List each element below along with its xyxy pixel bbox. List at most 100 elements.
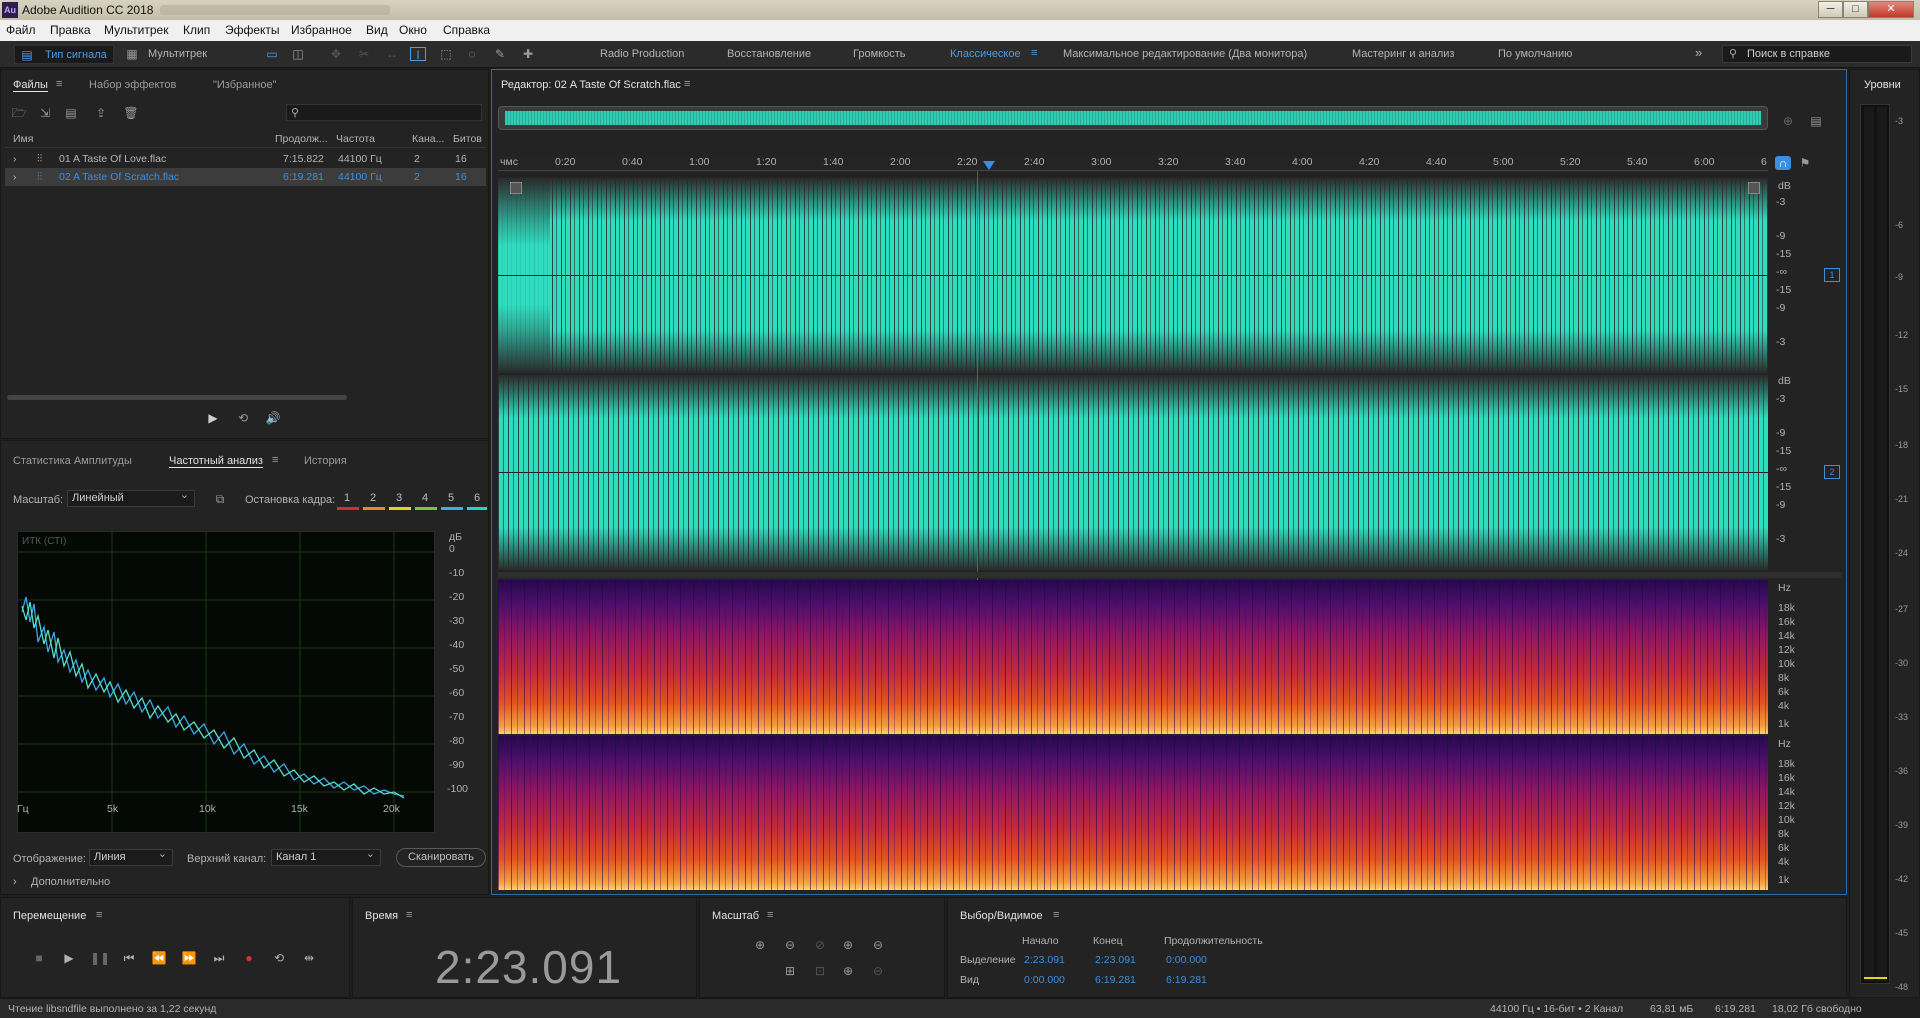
tab-favorites[interactable]: "Избранное" [213,79,277,91]
fade-out-handle-icon[interactable] [1748,182,1760,194]
preview-loop-icon[interactable]: ⟲ [235,411,251,425]
column-channels[interactable]: Кана... [412,133,444,145]
spot-healing-icon[interactable]: ✚ [520,47,536,61]
delete-icon[interactable]: 🗑 [123,106,139,120]
selection-duration[interactable]: 0:00.000 [1166,954,1207,966]
zoom-full-icon[interactable]: ⊞ [782,964,798,978]
preview-play-icon[interactable]: ▶ [205,411,221,425]
copy-icon[interactable]: ⧉ [212,492,228,506]
playhead-handle[interactable] [983,161,995,170]
tab-history[interactable]: История [304,455,347,467]
new-file-icon[interactable]: ▤ [63,106,79,120]
spectrum-graph[interactable]: ИТК (СТI) [17,531,436,834]
view-splitter[interactable] [498,572,1842,578]
zoom-in-time-icon[interactable]: ⊕ [840,938,856,952]
workspace-radio-production[interactable]: Radio Production [600,48,684,60]
analysis-menu-icon[interactable]: ≡ [272,454,278,466]
waveform-view-icon[interactable]: ▭ [264,47,280,61]
spectral-view-icon[interactable]: ◫ [290,47,306,61]
time-ruler[interactable]: чмс 0:20 0:40 1:00 1:20 1:40 2:00 2:20 2… [498,155,1768,171]
view-end[interactable]: 6:19.281 [1095,974,1136,986]
files-menu-icon[interactable]: ≡ [56,78,62,90]
loop-button[interactable]: ⟲ [270,951,288,965]
lasso-tool-icon[interactable]: ◌ [464,47,480,61]
freeze-button-2[interactable]: 2 [363,490,385,512]
file-row-selected[interactable]: › ⫶⫶ 02 A Taste Of Scratch.flac 6:19.281… [5,168,486,186]
spectrogram-channel-1[interactable] [498,580,1768,734]
fade-in-handle-icon[interactable] [510,182,522,194]
open-file-icon[interactable]: 🗁 [11,106,27,120]
scan-button[interactable]: Сканировать [396,848,486,867]
freeze-button-4[interactable]: 4 [415,490,437,512]
display-select[interactable]: Линия [89,847,173,866]
close-button[interactable]: ✕ [1868,1,1914,18]
snap-icon[interactable]: ∩ [1775,156,1791,170]
workspace-classic[interactable]: Классическое [950,48,1021,60]
more-toggle[interactable]: Дополнительно [31,876,110,888]
brush-tool-icon[interactable]: ✎ [492,47,508,61]
editor-menu-icon[interactable]: ≡ [684,78,690,90]
column-bits[interactable]: Битов [453,133,482,145]
stop-button[interactable]: ■ [30,951,48,965]
selection-start[interactable]: 2:23.091 [1024,954,1065,966]
view-duration[interactable]: 6:19.281 [1166,974,1207,986]
freeze-button-1[interactable]: 1 [337,490,359,512]
expand-icon[interactable]: › [13,153,17,165]
waveform-channel-2[interactable] [498,375,1768,570]
expand-icon[interactable]: › [13,171,17,183]
column-duration[interactable]: Продолж... [275,133,328,145]
transport-menu-icon[interactable]: ≡ [96,909,102,921]
time-menu-icon[interactable]: ≡ [406,909,412,921]
column-rate[interactable]: Частота [336,133,375,145]
waveform-mode-button[interactable]: ▤ Тип сигнала [14,45,114,64]
files-search-input[interactable]: ⚲ [286,104,482,121]
go-to-start-button[interactable]: ⏮ [120,951,138,966]
freeze-button-3[interactable]: 3 [389,490,411,512]
record-button[interactable]: ● [240,951,258,965]
fast-forward-button[interactable]: ⏩ [180,951,198,965]
move-tool-icon[interactable]: ✥ [328,47,344,61]
menu-effects[interactable]: Эффекты [225,23,280,37]
tab-files[interactable]: Файлы [13,79,48,91]
zoom-in-amplitude-icon[interactable]: ⊕ [752,938,768,952]
marker-icon[interactable]: ⚑ [1797,156,1813,170]
workspace-restoration[interactable]: Восстановление [727,48,811,60]
zoom-out-amplitude-icon[interactable]: ⊖ [782,938,798,952]
time-selection-tool-icon[interactable]: I [410,47,426,62]
workspace-menu-icon[interactable]: ≡ [1031,47,1037,59]
zoom-menu-icon[interactable]: ≡ [767,909,773,921]
menu-window[interactable]: Окно [399,23,427,37]
zoom-reset-icon[interactable]: ⊘ [812,938,828,952]
horizontal-scrollbar[interactable] [7,395,347,400]
multitrack-mode-button[interactable]: Мультитрек [148,48,207,60]
more-workspaces-button[interactable]: » [1695,45,1702,60]
autoplay-icon[interactable]: 🔊 [265,411,281,425]
tab-amplitude-statistics[interactable]: Статистика Амплитуды [13,455,132,467]
channel-2-badge[interactable]: 2 [1824,465,1840,479]
tab-frequency-analysis[interactable]: Частотный анализ [169,455,263,467]
help-search-input[interactable]: ⚲ Поиск в справке [1722,45,1912,63]
selection-menu-icon[interactable]: ≡ [1053,909,1059,921]
workspace-max-edit[interactable]: Максимальное редактирование (Два монитор… [1063,48,1307,60]
zoom-selection-icon[interactable]: ⊡ [812,964,828,978]
rewind-button[interactable]: ⏪ [150,951,168,965]
menu-clip[interactable]: Клип [183,23,210,37]
menu-favorites[interactable]: Избранное [291,23,352,37]
expand-more-icon[interactable]: › [13,876,17,888]
play-button[interactable]: ▶ [60,951,78,965]
menu-edit[interactable]: Правка [50,23,91,37]
scale-select[interactable]: Линейный [67,488,195,507]
skip-selection-button[interactable]: ⇹ [300,951,318,965]
channel-select[interactable]: Канал 1 [271,847,381,866]
zoom-out-point-icon[interactable]: ⊖ [870,964,886,978]
freeze-button-5[interactable]: 5 [441,490,463,512]
spectrogram-channel-2[interactable] [498,736,1768,890]
razor-tool-icon[interactable]: ✂ [356,47,372,61]
workspace-mastering[interactable]: Мастеринг и анализ [1352,48,1454,60]
go-to-end-button[interactable]: ⏭ [210,951,228,966]
selection-end[interactable]: 2:23.091 [1095,954,1136,966]
import-icon[interactable]: ⇲ [37,106,53,120]
tab-effects-rack[interactable]: Набор эффектов [89,79,176,91]
menu-view[interactable]: Вид [366,23,388,37]
column-name[interactable]: Имя [13,133,33,145]
